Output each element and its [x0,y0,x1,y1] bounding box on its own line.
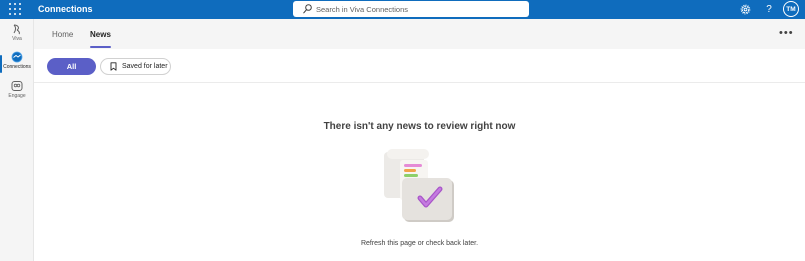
engage-icon [11,81,23,91]
search-box[interactable] [293,1,529,17]
filter-saved-for-later-button[interactable]: Saved for later [100,58,171,75]
filter-bar: All Saved for later [34,49,805,83]
rail-item-engage[interactable]: Engage [0,80,34,108]
app-launcher-icon[interactable] [9,3,23,16]
search-icon [303,4,312,14]
tab-active-underline [90,46,111,48]
avatar[interactable]: TM [783,1,799,17]
rail-label-engage: Engage [8,93,26,99]
rail-item-connections[interactable]: Connections [0,51,34,79]
search-input[interactable] [316,1,521,17]
bookmark-icon [110,62,117,71]
connections-icon [11,51,23,63]
rail-label-connections: Connections [3,64,31,70]
top-bar: Connections ? TM [0,0,805,19]
left-rail: Viva Connections Engage [0,19,34,261]
empty-state-subtitle: Refresh this page or check back later. [360,240,479,247]
filter-all-button[interactable]: All [47,58,96,75]
app-title: Connections [38,4,93,14]
tab-bar: Home News ••• [34,19,805,49]
viva-icon [13,24,20,35]
empty-state-title: There isn't any news to review right now [323,121,516,132]
tab-news[interactable]: News [90,30,111,40]
settings-gear-icon[interactable] [738,2,752,16]
help-icon[interactable]: ? [762,2,776,16]
more-options-icon[interactable]: ••• [779,28,794,39]
tab-home[interactable]: Home [52,30,73,40]
rail-item-viva[interactable]: Viva [0,23,34,51]
saved-for-later-label: Saved for later [122,63,168,70]
rail-active-indicator [0,55,2,73]
rail-label-viva: Viva [12,36,22,42]
empty-news-illustration [384,149,454,222]
